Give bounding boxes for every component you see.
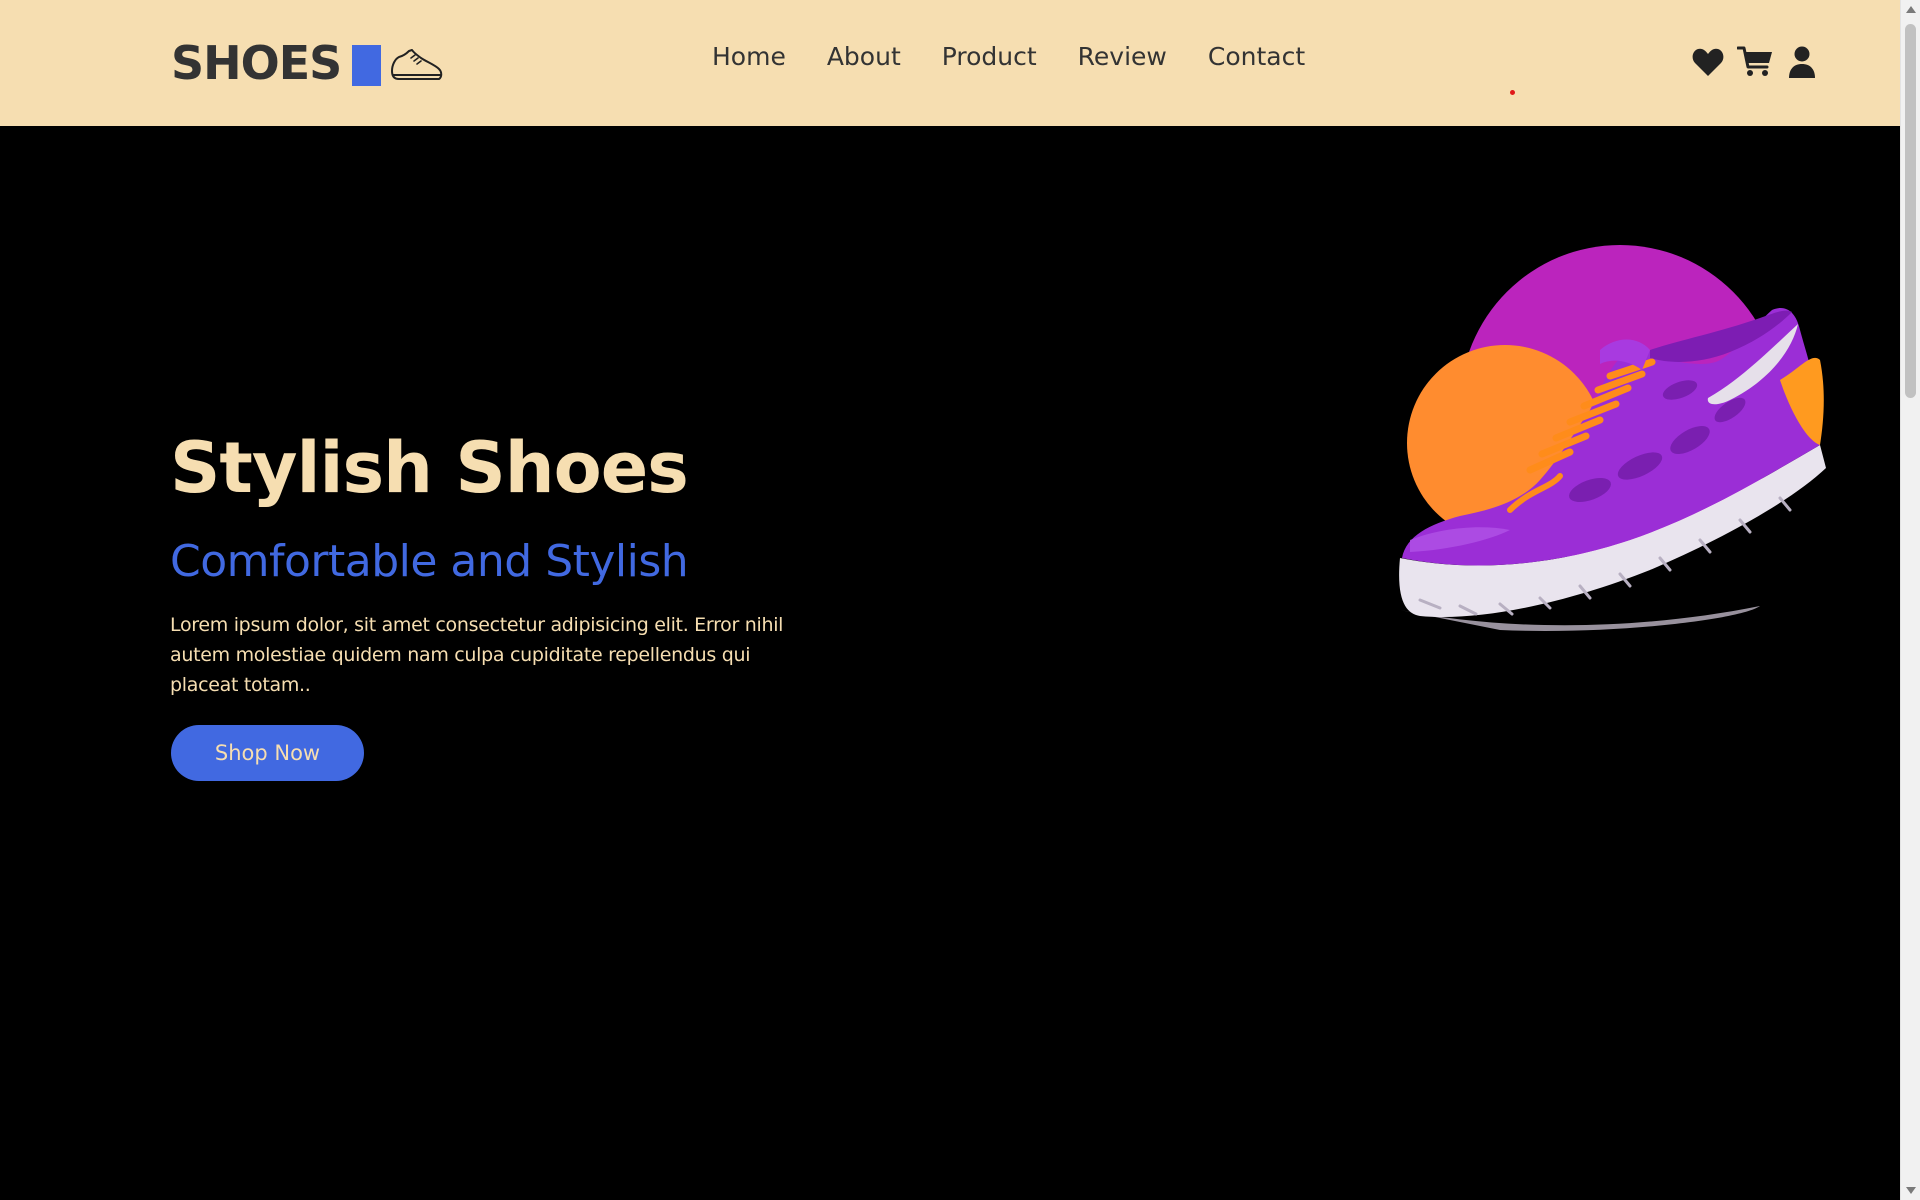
logo-text: SHOES (171, 36, 342, 90)
hero-title: Stylish Shoes (170, 427, 689, 509)
hero-subtitle: Comfortable and Stylish (170, 536, 689, 587)
shoe-image (1399, 245, 1826, 631)
cursor-dot (1510, 90, 1515, 95)
page: SHOES Home About Product Review Contact (0, 0, 1900, 1200)
vertical-scrollbar[interactable] (1900, 0, 1920, 1200)
scroll-thumb[interactable] (1905, 24, 1916, 398)
main-nav: Home About Product Review Contact (712, 42, 1346, 72)
shoe-logo-icon (391, 49, 443, 80)
nav-contact-link[interactable]: Contact (1208, 42, 1305, 72)
logo[interactable]: SHOES (171, 30, 445, 96)
header-icons (1690, 44, 1831, 80)
nav-review-link[interactable]: Review (1078, 42, 1167, 72)
nav-home-link[interactable]: Home (712, 42, 786, 72)
site-header: SHOES Home About Product Review Contact (0, 0, 1900, 126)
logo-block (352, 44, 382, 86)
nav-about-link[interactable]: About (827, 42, 901, 72)
user-icon[interactable] (1784, 44, 1820, 80)
scroll-up-icon[interactable] (1906, 6, 1916, 13)
nav-product-link[interactable]: Product (942, 42, 1037, 72)
hero-description: Lorem ipsum dolor, sit amet consectetur … (170, 614, 784, 696)
scroll-down-icon[interactable] (1906, 1187, 1916, 1194)
cart-icon[interactable] (1737, 44, 1773, 80)
shop-now-button[interactable]: Shop Now (171, 725, 364, 781)
heart-icon[interactable] (1690, 44, 1726, 80)
